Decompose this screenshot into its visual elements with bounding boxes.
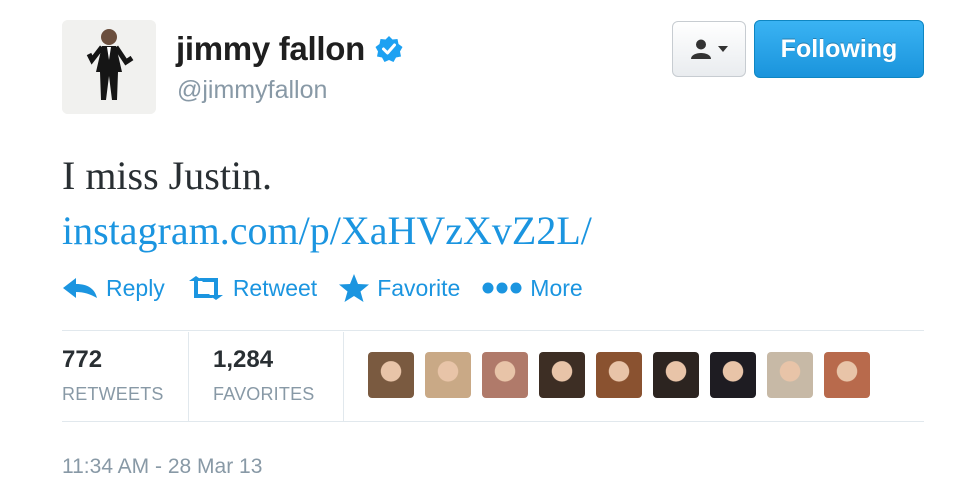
favorites-label: FAVORITES	[213, 384, 315, 404]
reply-icon	[63, 278, 97, 298]
tweet-body: I miss Justin. instagram.com/p/XaHVzXvZ2…	[62, 148, 592, 258]
reply-label: Reply	[106, 274, 165, 301]
profile-avatar[interactable]	[62, 20, 156, 114]
user-actions-dropdown-button[interactable]	[672, 21, 746, 77]
tweet-link[interactable]: instagram.com/p/XaHVzXvZ2L/	[62, 203, 592, 258]
favoriter-avatar[interactable]	[539, 352, 585, 398]
favorites-count: 1,284	[213, 346, 274, 373]
retweet-button[interactable]: Retweet	[187, 275, 317, 302]
retweet-icon	[188, 276, 223, 300]
user-handle[interactable]: @jimmyfallon	[177, 76, 327, 105]
person-in-suit-photo	[62, 20, 156, 114]
tweet-timestamp[interactable]: 11:34 AM - 28 Mar 13	[62, 455, 262, 479]
caret-down-icon	[718, 46, 728, 52]
reply-button[interactable]: Reply	[62, 275, 165, 302]
favoriter-avatar[interactable]	[824, 352, 870, 398]
stat-separator	[188, 332, 189, 421]
more-dots-icon	[482, 282, 522, 294]
star-icon	[339, 274, 370, 302]
person-icon	[691, 39, 711, 59]
more-label: More	[530, 274, 583, 301]
favoriter-avatar[interactable]	[368, 352, 414, 398]
retweets-label: RETWEETS	[62, 384, 164, 404]
retweets-stat[interactable]: 772 RETWEETS	[62, 346, 164, 405]
divider-bottom	[62, 421, 924, 422]
verified-badge-icon	[375, 36, 403, 62]
favoriter-avatar[interactable]	[425, 352, 471, 398]
favoriter-avatar[interactable]	[596, 352, 642, 398]
favorite-label: Favorite	[377, 274, 461, 301]
favoriter-avatar[interactable]	[767, 352, 813, 398]
user-name-row: jimmy fallon	[176, 30, 403, 68]
favoriter-avatars	[368, 352, 870, 398]
tweet-actions: Reply Retweet Favorite More	[62, 274, 605, 302]
tweet-text: I miss Justin.	[62, 153, 273, 198]
user-name[interactable]: jimmy fallon	[176, 30, 365, 68]
favoriter-avatar[interactable]	[653, 352, 699, 398]
favorite-button[interactable]: Favorite	[339, 274, 460, 302]
divider-top	[62, 330, 924, 331]
following-button[interactable]: Following	[754, 20, 924, 78]
retweets-count: 772	[62, 346, 103, 373]
more-button[interactable]: More	[482, 274, 583, 302]
favoriter-avatar[interactable]	[482, 352, 528, 398]
favorites-stat[interactable]: 1,284 FAVORITES	[213, 346, 315, 405]
stat-separator	[343, 332, 344, 421]
retweet-label: Retweet	[232, 274, 318, 301]
favoriter-avatar[interactable]	[710, 352, 756, 398]
